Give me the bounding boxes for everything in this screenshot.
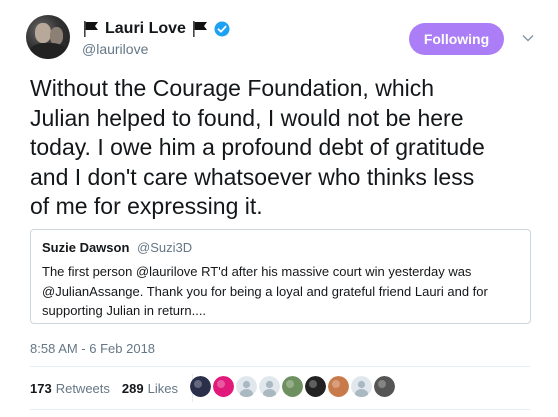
author-avatar[interactable] xyxy=(26,15,70,59)
retweets-stat[interactable]: 173 Retweets xyxy=(30,381,110,396)
author-handle[interactable]: @laurilove xyxy=(82,41,148,57)
verified-badge-icon xyxy=(214,21,230,37)
quoted-author-handle: @Suzi3D xyxy=(137,240,193,255)
retweets-label: Retweets xyxy=(55,380,110,396)
author-display-name[interactable]: Lauri Love xyxy=(105,20,186,38)
following-button[interactable]: Following xyxy=(409,23,504,55)
engagement-stats: 173 Retweets 289 Likes xyxy=(30,374,199,402)
tweet-timestamp[interactable]: 8:58 AM - 6 Feb 2018 xyxy=(30,341,155,356)
quoted-tweet-text: The first person @laurilove RT'd after h… xyxy=(42,264,488,318)
divider xyxy=(30,409,530,410)
liker-avatar-icon[interactable] xyxy=(282,376,303,397)
author-name-row[interactable]: Lauri Love xyxy=(82,17,230,41)
quoted-tweet[interactable]: Suzie Dawson @Suzi3D The first person @l… xyxy=(30,229,531,324)
liker-avatar-icon[interactable] xyxy=(190,376,211,397)
black-flag-icon xyxy=(192,21,207,37)
likes-count: 289 xyxy=(121,380,144,396)
retweets-count: 173 xyxy=(30,380,52,396)
quoted-tweet-header: Suzie Dawson @Suzi3D xyxy=(42,240,192,255)
avatar-body xyxy=(30,43,66,59)
default-avatar-icon[interactable] xyxy=(351,376,372,397)
liker-avatar-icon[interactable] xyxy=(213,376,234,397)
black-flag-icon xyxy=(84,21,98,37)
avatar-face xyxy=(35,23,51,43)
likes-stat[interactable]: 289 Likes xyxy=(122,381,178,396)
default-avatar-icon[interactable] xyxy=(259,376,280,397)
liker-avatars xyxy=(190,376,395,397)
chevron-down-icon[interactable] xyxy=(520,30,536,46)
tweet-text: Without the Courage Foundation, which Ju… xyxy=(30,75,485,219)
divider xyxy=(30,366,530,367)
quoted-author-name: Suzie Dawson xyxy=(42,240,130,255)
liker-avatar-icon[interactable] xyxy=(328,376,349,397)
liker-avatar-icon[interactable] xyxy=(305,376,326,397)
default-avatar-icon[interactable] xyxy=(236,376,257,397)
liker-avatar-icon[interactable] xyxy=(374,376,395,397)
likes-label: Likes xyxy=(147,380,178,396)
